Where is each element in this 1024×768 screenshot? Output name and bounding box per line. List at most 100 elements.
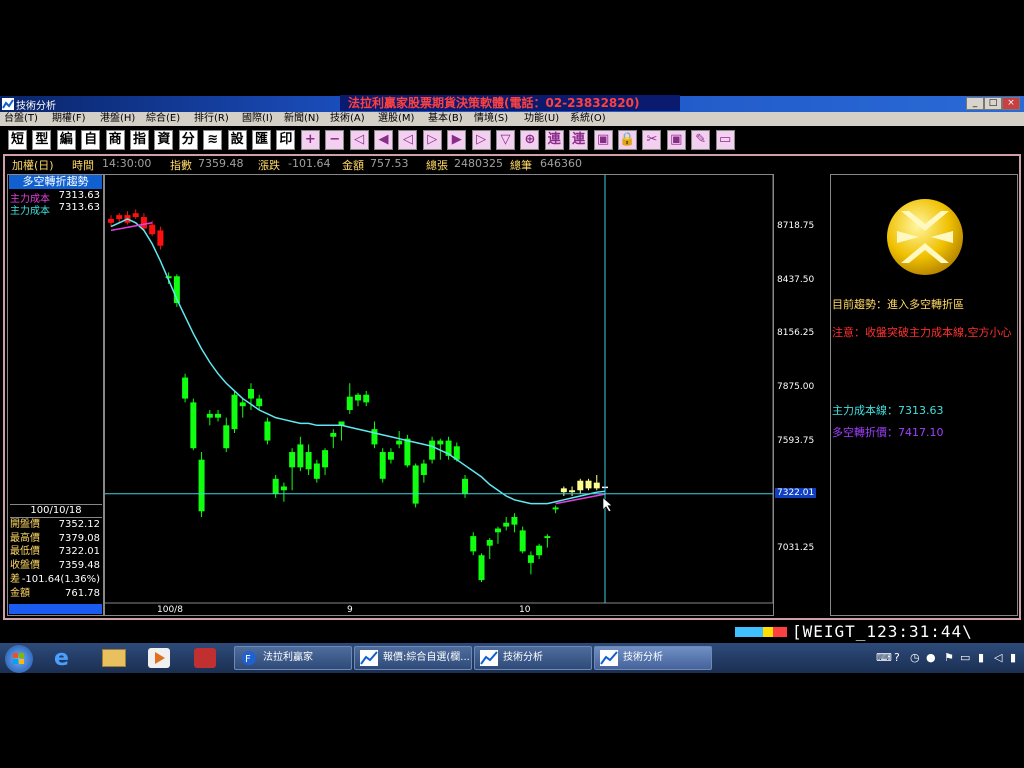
menu-item[interactable]: 技術(A) (330, 112, 365, 126)
display-icon[interactable]: ▭ (960, 651, 970, 664)
menu-item[interactable]: 基本(B) (428, 112, 463, 126)
explorer-icon[interactable] (102, 649, 126, 667)
quote-date: 100/10/18 (10, 504, 102, 518)
menu-item[interactable]: 選股(M) (378, 112, 414, 126)
menu-item[interactable]: 國際(I) (242, 112, 273, 126)
legend-item: 主力成本 7313.63 (10, 202, 102, 217)
flag-icon[interactable]: ⚑ (944, 651, 954, 664)
taskbar-item-label: 報價:綜合自選(欄... (383, 652, 470, 663)
candle-body (387, 452, 394, 460)
toolbar-button[interactable]: − (325, 130, 345, 150)
power-icon[interactable]: ▮ (1010, 651, 1016, 664)
volume-label: 總張 (426, 159, 448, 172)
quote-row: 最高價 7379.08 (10, 532, 102, 545)
toolbar-button[interactable]: ◁ (349, 130, 369, 150)
window-title-bar[interactable]: 技術分析 法拉利贏家股票期貨決策軟體(電話：02-23832820) _ □ × (0, 95, 1024, 112)
toolbar-button[interactable]: 型 (32, 130, 52, 150)
minimize-button[interactable]: _ (966, 97, 984, 110)
scroll-indicator[interactable] (9, 604, 102, 614)
menu-item[interactable]: 新聞(N) (284, 112, 319, 126)
toolbar-button[interactable]: 資 (154, 130, 174, 150)
menu-item[interactable]: 情境(S) (474, 112, 508, 126)
menu-item[interactable]: 排行(R) (194, 112, 229, 126)
toolbar-button[interactable]: ▣ (593, 130, 613, 150)
status-color-bar (763, 627, 773, 637)
toolbar-button[interactable]: 分 (178, 130, 198, 150)
chart-area[interactable]: 8718.75 8437.50 8156.25 7875.00 7593.75 7322.… (104, 174, 817, 616)
maximize-button[interactable]: □ (984, 97, 1002, 110)
toolbar-button[interactable]: ▣ (666, 130, 686, 150)
toolbar-button[interactable]: ≋ (203, 130, 223, 150)
close-button[interactable]: × (1002, 97, 1020, 110)
clock-ticker: [WEIGT_123:31:44\ (792, 622, 973, 641)
status-strip: [WEIGT_123:31:44\ (0, 621, 1024, 643)
candle-body (420, 463, 427, 475)
quote-row: 開盤價 7352.12 (10, 518, 102, 531)
toolbar-button[interactable]: + (300, 130, 320, 150)
candle-body (363, 394, 370, 403)
toolbar-button[interactable]: 自 (81, 130, 101, 150)
toolbar-button[interactable]: ◁ (398, 130, 418, 150)
candle-body (108, 218, 114, 223)
ie-icon[interactable]: e (54, 647, 78, 671)
windows-taskbar: e F 法拉利贏家 報價:綜合自選(欄... 技術分析 技術分析 ⌨ ? ◷ ●… (0, 643, 1024, 673)
toolbar-button[interactable]: ▭ (715, 130, 735, 150)
volume-icon[interactable]: ◁ (994, 651, 1002, 664)
toolbar-button[interactable]: 設 (227, 130, 247, 150)
toolbar-button[interactable]: 短 (8, 130, 27, 150)
clock-tray-icon[interactable]: ◷ (910, 651, 920, 664)
media-player-icon[interactable] (148, 648, 170, 668)
toolbar-button[interactable]: ◀ (374, 130, 393, 150)
taskbar-item-tech2[interactable]: 技術分析 (594, 646, 712, 670)
quote-label: 開盤價 (10, 519, 40, 530)
taskbar-item-tech1[interactable]: 技術分析 (474, 646, 592, 670)
toolbar-button[interactable]: 商 (105, 130, 125, 150)
quote-value: 7352.12 (58, 519, 100, 530)
change-label: 漲跌 (258, 159, 280, 172)
app-shortcut-icon[interactable] (194, 648, 216, 668)
toolbar-button[interactable]: 連 (544, 130, 564, 150)
language-icon[interactable]: ● (926, 651, 936, 664)
menu-bar: 台盤(T) 期權(F) 港盤(H) 綜合(E) 排行(R) 國際(I) 新聞(N) 技術(A)… (0, 112, 1024, 126)
candle-body (470, 536, 477, 552)
menu-item[interactable]: 系統(O) (570, 112, 606, 126)
toolbar-button[interactable]: ▶ (447, 130, 467, 150)
candle-body (585, 480, 592, 489)
ferrari-app-icon: F (242, 651, 256, 665)
taskbar-item-ferrari[interactable]: F 法拉利贏家 (234, 646, 352, 670)
candle-body (256, 398, 263, 407)
candle-body (569, 490, 576, 493)
toolbar-button[interactable]: 印 (276, 130, 296, 150)
toolbar-button[interactable]: 編 (56, 130, 76, 150)
toolbar-button[interactable]: ▷ (471, 130, 491, 150)
menu-item[interactable]: 期權(F) (52, 112, 86, 126)
indicator-title[interactable]: 多空轉折趨勢 (9, 175, 102, 189)
menu-item[interactable]: 港盤(H) (100, 112, 135, 126)
quote-info-bar: 加權(日) 時間 14:30:00 指數 7359.48 漲跌 -101.64 … (6, 157, 766, 172)
help-icon[interactable]: ? (894, 651, 900, 664)
menu-item[interactable]: 綜合(E) (146, 112, 180, 126)
candle-body (239, 402, 246, 407)
taskbar-item-quote[interactable]: 報價:綜合自選(欄... (354, 646, 472, 670)
start-button[interactable] (5, 645, 33, 673)
chart-app-icon (480, 650, 498, 666)
toolbar-button[interactable]: 🔒 (618, 130, 637, 150)
candlestick-chart[interactable] (105, 175, 773, 615)
toolbar-button[interactable]: 指 (130, 130, 149, 150)
toolbar-button[interactable]: ✂ (642, 130, 662, 150)
toolbar-button[interactable]: ▷ (422, 130, 442, 150)
menu-item[interactable]: 台盤(T) (4, 112, 38, 126)
candle-body (140, 217, 147, 229)
quote-row: 最低價 7322.01 (10, 545, 102, 558)
menu-item[interactable]: 功能(U) (524, 112, 559, 126)
toolbar-button[interactable]: ▽ (496, 130, 515, 150)
network-icon[interactable]: ▮ (978, 651, 984, 664)
toolbar-button[interactable]: ⊕ (520, 130, 540, 150)
keyboard-icon[interactable]: ⌨ (876, 651, 892, 664)
candle-body (190, 402, 197, 449)
quote-label: 收盤價 (10, 560, 40, 572)
toolbar-button[interactable]: ✎ (691, 130, 711, 150)
toolbar-button[interactable]: 連 (569, 130, 589, 150)
toolbar-button[interactable]: 匯 (252, 130, 271, 150)
candle-body (552, 507, 559, 510)
